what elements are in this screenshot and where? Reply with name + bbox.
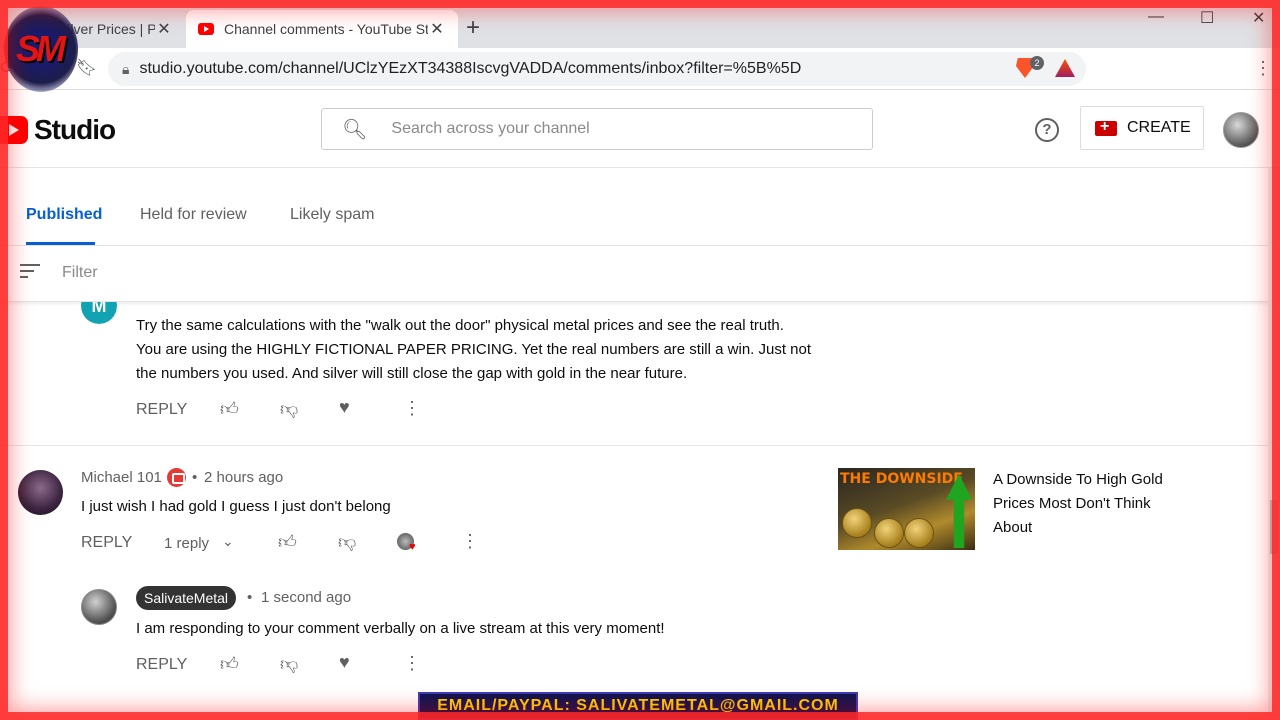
- browser-tab-channel-comments[interactable]: Channel comments - YouTube Stu... ✕: [186, 10, 458, 48]
- comment-separator: •: [247, 589, 253, 606]
- commenter-avatar[interactable]: [18, 470, 63, 515]
- lock-icon: 🔒︎: [122, 60, 130, 77]
- commenter-avatar[interactable]: [81, 589, 117, 625]
- thumbs-down-icon[interactable]: 👎︎: [280, 398, 298, 420]
- close-icon[interactable]: ✕: [155, 19, 173, 39]
- comment-divider: [0, 445, 1268, 446]
- address-bar-row: ⟳ 🔖︎ 🔒︎ studio.youtube.com/channel/UClzY…: [0, 48, 1280, 90]
- brave-shield-count: 2: [1030, 56, 1044, 70]
- browser-menu-icon[interactable]: ⋮: [1254, 58, 1272, 79]
- email-banner: EMAIL/PAYPAL: SALIVATEMETAL@GMAIL.COM: [418, 692, 858, 720]
- active-tab-indicator: [26, 242, 95, 245]
- reply-button[interactable]: REPLY: [136, 656, 187, 674]
- thumbs-up-icon[interactable]: 👍︎: [220, 653, 239, 675]
- comment-text-line: the numbers you used. And silver will st…: [136, 365, 688, 382]
- create-button[interactable]: CREATE: [1080, 106, 1204, 150]
- comment-text: I just wish I had gold I guess I just do…: [81, 498, 391, 515]
- youtube-favicon-icon: [198, 23, 214, 35]
- comment-text-line: Try the same calculations with the "walk…: [136, 317, 784, 334]
- new-tab-icon[interactable]: +: [466, 14, 480, 42]
- url-input[interactable]: 🔒︎ studio.youtube.com/channel/UClzYEzXT3…: [108, 52, 1086, 86]
- heart-icon: ♥: [409, 541, 416, 553]
- youtube-logo-icon: [0, 116, 28, 144]
- more-options-icon[interactable]: ⋮: [403, 398, 421, 419]
- filter-input[interactable]: Filter: [62, 264, 98, 282]
- comment-timestamp[interactable]: 2 hours ago: [204, 469, 283, 486]
- comment-timestamp[interactable]: 1 second ago: [261, 589, 351, 606]
- tab-likely-spam[interactable]: Likely spam: [290, 206, 374, 224]
- filter-bar[interactable]: Filter: [0, 246, 1268, 302]
- comment-text: I am responding to your comment verbally…: [136, 620, 665, 637]
- bookmark-icon[interactable]: 🔖︎: [76, 58, 98, 78]
- coin-image: [874, 518, 904, 548]
- heart-icon[interactable]: ♥: [339, 397, 350, 418]
- tab-title: Channel comments - YouTube Stu...: [224, 21, 428, 37]
- tab-held-for-review[interactable]: Held for review: [140, 206, 247, 224]
- replies-toggle[interactable]: 1 reply: [164, 535, 209, 552]
- thumbnail-text: THE DOWNSIDE: [840, 471, 963, 487]
- comments-tabs: Published Held for review Likely spam: [0, 168, 1268, 246]
- scrollbar-thumb[interactable]: [1270, 500, 1278, 554]
- search-placeholder: Search across your channel: [391, 120, 590, 137]
- account-avatar[interactable]: [1223, 112, 1259, 148]
- help-icon[interactable]: ?: [1035, 118, 1059, 142]
- video-thumbnail[interactable]: THE DOWNSIDE: [838, 468, 975, 550]
- tab-published[interactable]: Published: [26, 206, 102, 224]
- more-options-icon[interactable]: ⋮: [461, 531, 479, 552]
- heart-icon[interactable]: ♥: [339, 652, 350, 673]
- stream-logo-text: SM: [16, 28, 66, 69]
- close-icon[interactable]: ✕: [428, 19, 446, 39]
- reply-button[interactable]: REPLY: [136, 401, 187, 419]
- comment-text-line: You are using the HIGHLY FICTIONAL PAPER…: [136, 341, 812, 358]
- member-badge-icon: [167, 468, 186, 487]
- chevron-down-icon[interactable]: ⌄: [222, 533, 234, 550]
- reply-button[interactable]: REPLY: [81, 534, 132, 552]
- page-scrollbar[interactable]: [1268, 168, 1280, 720]
- search-icon: 🔍︎: [342, 118, 368, 141]
- filter-icon[interactable]: [20, 264, 40, 282]
- browser-tab-bar: Silver Prices | Pl... ✕ Channel comments…: [0, 0, 1280, 48]
- minimize-icon[interactable]: —: [1148, 8, 1164, 26]
- more-options-icon[interactable]: ⋮: [403, 653, 421, 674]
- studio-logo-text: Studio: [34, 114, 116, 145]
- studio-header: Studio 🔍︎ Search across your channel ? C…: [0, 90, 1280, 168]
- video-camera-icon: [1095, 118, 1117, 136]
- thumbs-up-icon[interactable]: 👍︎: [220, 398, 239, 420]
- thumbs-down-icon[interactable]: 👎︎: [280, 653, 298, 675]
- stream-logo: SM: [4, 6, 78, 92]
- window-close-icon[interactable]: ✕: [1252, 8, 1265, 28]
- comment-author[interactable]: Michael 101: [81, 469, 162, 486]
- thumbs-up-icon[interactable]: 👍︎: [278, 531, 297, 553]
- maximize-icon[interactable]: ☐: [1200, 8, 1214, 28]
- create-label: CREATE: [1127, 119, 1191, 136]
- video-title[interactable]: A Downside To High Gold Prices Most Don'…: [993, 468, 1173, 540]
- search-input[interactable]: 🔍︎ Search across your channel: [321, 108, 873, 150]
- coin-image: [842, 508, 872, 538]
- thumbs-down-icon[interactable]: 👎︎: [338, 531, 356, 553]
- comment-separator: •: [192, 469, 198, 486]
- studio-logo[interactable]: Studio: [0, 114, 116, 146]
- url-text: studio.youtube.com/channel/UClzYEzXT3438…: [139, 60, 802, 77]
- comment-author-chip[interactable]: SalivateMetal: [136, 586, 237, 610]
- coin-image: [904, 518, 934, 548]
